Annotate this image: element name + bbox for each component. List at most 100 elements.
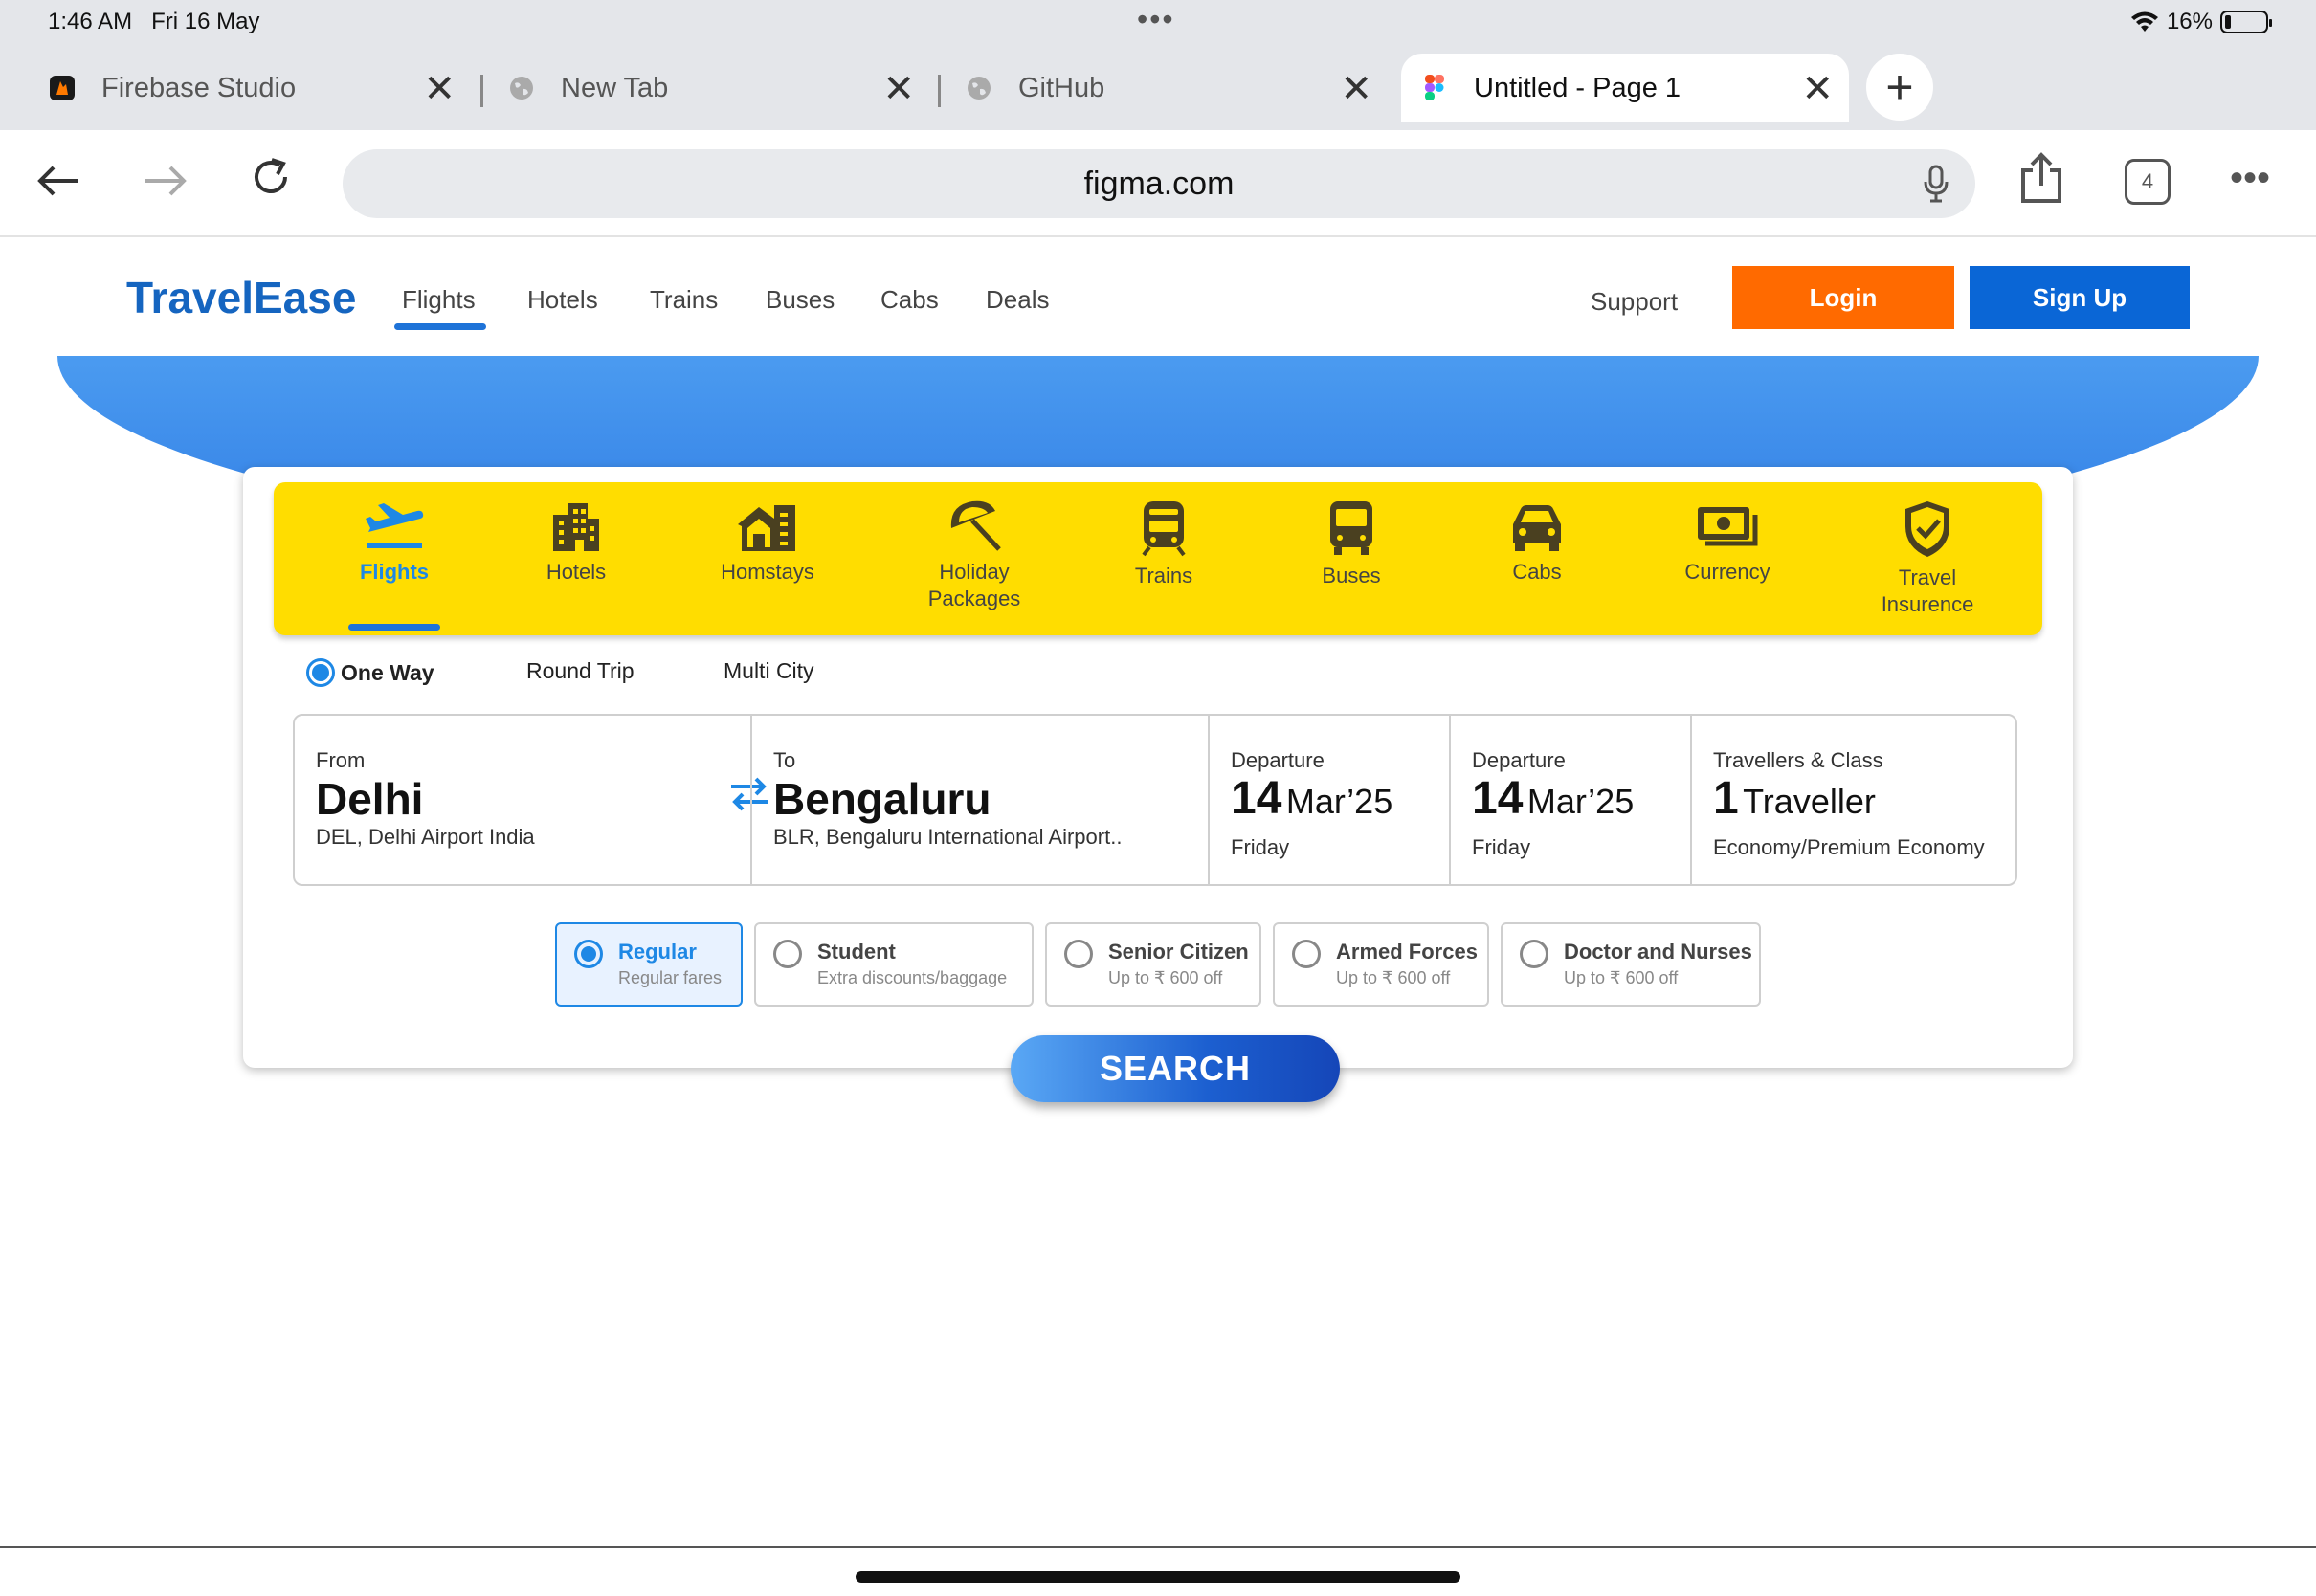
- search-fields: From Delhi DEL, Delhi Airport India To B…: [293, 714, 2017, 886]
- site-header: TravelEase Flights Hotels Trains Buses C…: [0, 239, 2316, 356]
- browser-tab-new-tab[interactable]: New Tab ✕: [509, 54, 930, 122]
- divider: [0, 1546, 2316, 1548]
- departure-field[interactable]: Departure 14 Mar’25 Friday: [1208, 716, 1449, 884]
- category-currency[interactable]: Currency: [1637, 482, 1818, 635]
- tab-separator: [938, 75, 941, 107]
- close-tab-icon[interactable]: ✕: [1801, 67, 1834, 111]
- multitask-dots-icon[interactable]: •••: [1137, 2, 1175, 37]
- category-hotels[interactable]: Hotels: [490, 482, 662, 635]
- fare-subtitle: Up to ₹ 600 off: [1336, 968, 1451, 987]
- reload-icon[interactable]: [247, 153, 295, 211]
- nav-cabs[interactable]: Cabs: [880, 285, 939, 315]
- trip-one-way[interactable]: One Way: [306, 658, 434, 687]
- house-icon: [738, 505, 795, 551]
- more-options-icon[interactable]: •••: [2230, 151, 2270, 205]
- fare-option-student[interactable]: Student Extra discounts/baggage: [754, 922, 1034, 1007]
- radio-unselected-icon: [1292, 940, 1321, 968]
- tab-count-button[interactable]: 4: [2125, 159, 2171, 205]
- forward-icon[interactable]: [142, 157, 189, 211]
- nav-deals[interactable]: Deals: [986, 285, 1049, 315]
- category-label: Homstays: [721, 560, 814, 584]
- car-icon: [1513, 505, 1561, 551]
- browser-tab-figma[interactable]: Untitled - Page 1 ✕: [1401, 54, 1849, 122]
- to-airport: BLR, Bengaluru International Airport..: [773, 825, 1123, 849]
- new-tab-button[interactable]: +: [1866, 54, 1933, 121]
- microphone-icon[interactable]: [1922, 165, 1950, 211]
- from-city: Delhi: [316, 774, 424, 824]
- figma-icon: [1422, 75, 1447, 100]
- fare-option-senior-citizen[interactable]: Senior Citizen Up to ₹ 600 off: [1045, 922, 1261, 1007]
- browser-tab-strip: Firebase Studio ✕ New Tab ✕ GitHub ✕ Unt…: [0, 46, 2316, 130]
- fare-option-armed-forces[interactable]: Armed Forces Up to ₹ 600 off: [1273, 922, 1489, 1007]
- fare-subtitle: Up to ₹ 600 off: [1564, 968, 1679, 987]
- building-icon: [553, 503, 599, 551]
- radio-selected-icon: [574, 940, 603, 968]
- money-icon: [1698, 507, 1758, 546]
- travellers-field[interactable]: Travellers & Class 1 Traveller Economy/P…: [1690, 716, 2015, 884]
- category-active-indicator: [348, 624, 440, 631]
- fare-subtitle: Regular fares: [618, 968, 723, 987]
- battery-icon: [2220, 11, 2272, 33]
- browser-tab-github[interactable]: GitHub ✕: [967, 54, 1388, 122]
- category-holiday-packages[interactable]: Holiday Packages: [869, 482, 1080, 635]
- tab-separator: [480, 75, 483, 107]
- nav-flights[interactable]: Flights: [402, 285, 476, 315]
- nav-trains[interactable]: Trains: [650, 285, 718, 315]
- to-label: To: [773, 748, 796, 772]
- login-button[interactable]: Login: [1732, 266, 1954, 329]
- category-cabs[interactable]: Cabs: [1451, 482, 1623, 635]
- home-indicator[interactable]: [856, 1571, 1460, 1583]
- search-button[interactable]: SEARCH: [1011, 1035, 1340, 1102]
- departure-field[interactable]: Departure 14 Mar’25 Friday: [1449, 716, 1690, 884]
- close-tab-icon[interactable]: ✕: [423, 67, 456, 111]
- trip-round-trip[interactable]: Round Trip: [526, 658, 635, 684]
- fare-option-regular[interactable]: Regular Regular fares: [555, 922, 743, 1007]
- tab-title: New Tab: [561, 72, 669, 103]
- departure-label: Departure: [1472, 748, 1566, 772]
- support-link[interactable]: Support: [1591, 287, 1678, 317]
- departure-day: 14: [1472, 773, 1524, 824]
- category-trains[interactable]: Trains: [1078, 482, 1250, 635]
- bus-icon: [1330, 501, 1372, 555]
- status-time: 1:46 AM: [48, 9, 133, 34]
- to-field[interactable]: To Bengaluru BLR, Bengaluru Internationa…: [750, 716, 1208, 884]
- category-buses[interactable]: Buses: [1265, 482, 1437, 635]
- category-label: Travel Insurence: [1881, 565, 1974, 616]
- category-flights[interactable]: Flights: [308, 482, 480, 635]
- url-text: figma.com: [1083, 165, 1235, 202]
- nav-hotels[interactable]: Hotels: [527, 285, 598, 315]
- category-homestays[interactable]: Homstays: [672, 482, 863, 635]
- nav-buses[interactable]: Buses: [766, 285, 835, 315]
- radio-selected-icon: [306, 658, 335, 687]
- fare-title: Armed Forces: [1336, 940, 1478, 964]
- close-tab-icon[interactable]: ✕: [1340, 67, 1372, 111]
- trip-multi-city[interactable]: Multi City: [724, 658, 814, 684]
- radio-unselected-icon: [1520, 940, 1548, 968]
- signup-button[interactable]: Sign Up: [1970, 266, 2190, 329]
- address-bar[interactable]: figma.com: [343, 149, 1975, 218]
- share-icon[interactable]: [2019, 151, 2063, 215]
- departure-label: Departure: [1231, 748, 1325, 772]
- radio-unselected-icon: [773, 940, 802, 968]
- category-travel-insurance[interactable]: Travel Insurence: [1832, 482, 2023, 635]
- from-field[interactable]: From Delhi DEL, Delhi Airport India: [295, 716, 750, 884]
- search-card: Flights Hotels Homstays Holiday Packages…: [243, 467, 2073, 1068]
- to-city: Bengaluru: [773, 774, 991, 824]
- back-icon[interactable]: [34, 157, 82, 211]
- category-label: Buses: [1322, 564, 1381, 587]
- brand-logo[interactable]: TravelEase: [126, 272, 356, 323]
- beach-umbrella-icon: [950, 500, 1001, 551]
- shield-check-icon: [1905, 501, 1949, 557]
- from-label: From: [316, 748, 366, 772]
- fare-title: Regular: [618, 940, 697, 964]
- close-tab-icon[interactable]: ✕: [882, 67, 915, 111]
- travellers-label: Travellers & Class: [1713, 748, 1883, 772]
- category-bar: Flights Hotels Homstays Holiday Packages…: [274, 482, 2042, 635]
- trip-label: One Way: [341, 659, 434, 685]
- airplane-takeoff-icon: [366, 503, 424, 548]
- fare-title: Senior Citizen: [1108, 940, 1249, 964]
- status-date: Fri 16 May: [151, 9, 260, 34]
- browser-tab-firebase[interactable]: Firebase Studio ✕: [50, 54, 471, 122]
- firebase-icon: [50, 76, 75, 100]
- fare-option-doctor-nurses[interactable]: Doctor and Nurses Up to ₹ 600 off: [1501, 922, 1761, 1007]
